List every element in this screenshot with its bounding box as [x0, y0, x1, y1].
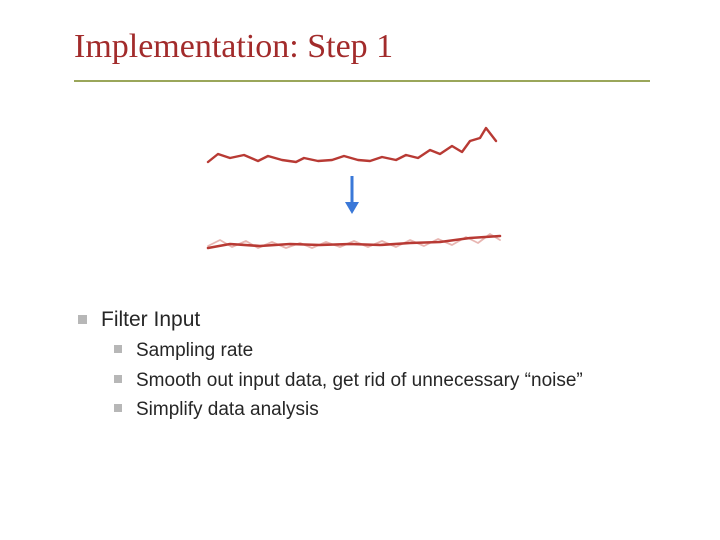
- list-item: Smooth out input data, get rid of unnece…: [114, 368, 658, 394]
- square-bullet-icon: [114, 404, 122, 412]
- bullet-text: Smooth out input data, get rid of unnece…: [136, 368, 583, 394]
- list-item: Sampling rate: [114, 338, 658, 364]
- bullet-text: Filter Input: [101, 308, 200, 332]
- square-bullet-icon: [114, 345, 122, 353]
- noisy-signal-icon: [208, 128, 496, 162]
- content-area: Filter Input Sampling rate Smooth out in…: [78, 308, 658, 427]
- square-bullet-icon: [114, 375, 122, 383]
- list-item: Simplify data analysis: [114, 397, 658, 423]
- slide-title: Implementation: Step 1: [74, 28, 393, 66]
- signal-svg: [200, 116, 510, 266]
- sub-bullet-list: Sampling rate Smooth out input data, get…: [78, 338, 658, 423]
- down-arrow-icon: [345, 176, 359, 214]
- bullet-text: Simplify data analysis: [136, 397, 319, 423]
- square-bullet-icon: [78, 315, 87, 324]
- title-underline: [74, 80, 650, 82]
- signal-figure: [200, 116, 510, 266]
- list-item: Filter Input: [78, 308, 658, 332]
- bullet-text: Sampling rate: [136, 338, 253, 364]
- bullet-list: Filter Input: [78, 308, 658, 332]
- slide: Implementation: Step 1 Filter Input: [0, 0, 720, 540]
